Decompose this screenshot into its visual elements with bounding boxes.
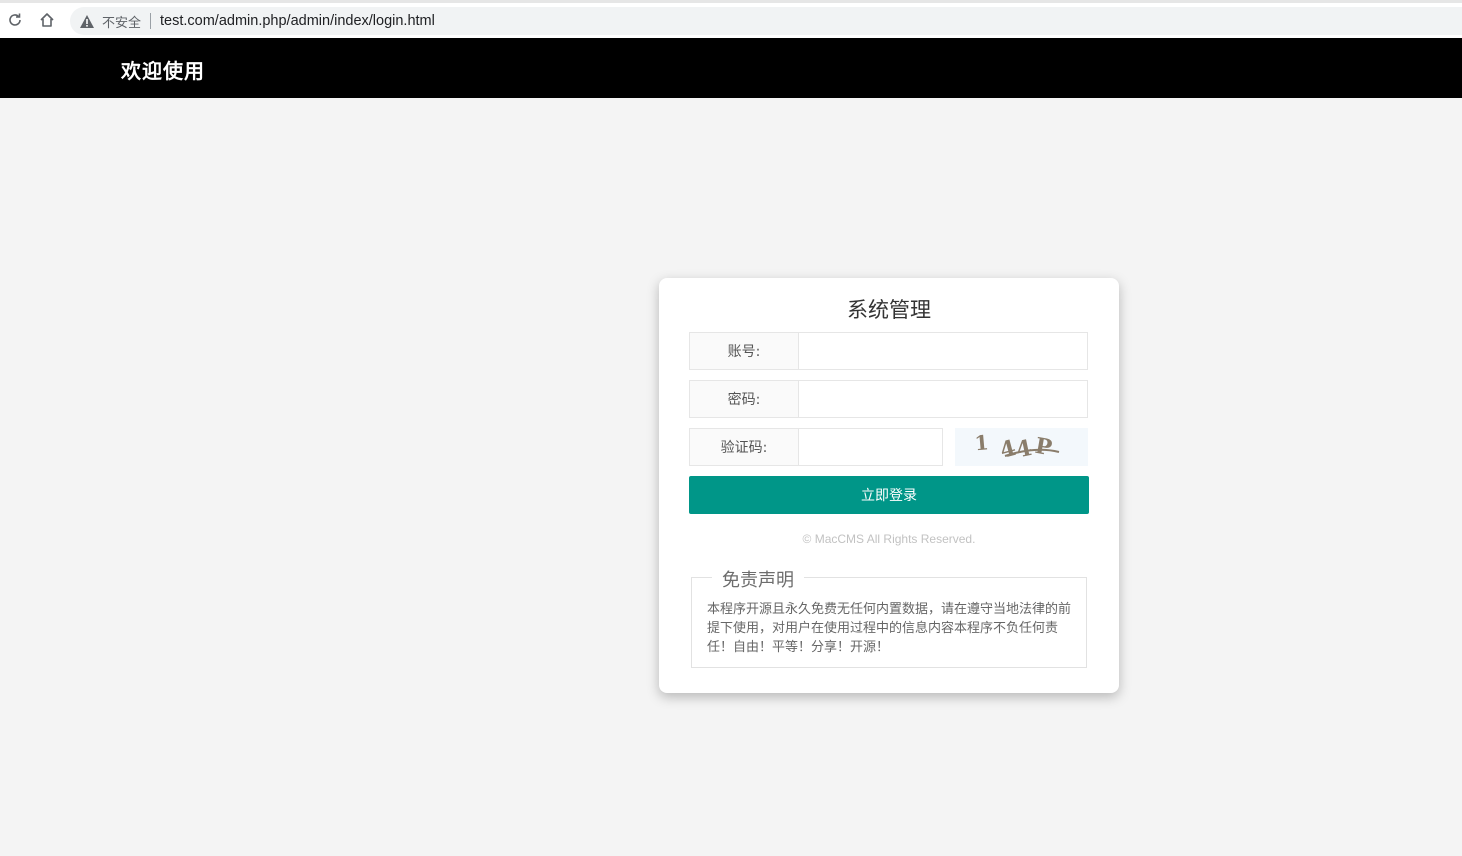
- security-status: 不安全: [102, 15, 142, 31]
- username-label: 账号:: [689, 332, 799, 370]
- browser-toolbar: 不安全 test.com/admin.php/admin/index/login…: [0, 0, 1462, 38]
- copyright-text: © MacCMS All Rights Reserved.: [802, 532, 976, 546]
- address-divider: [150, 13, 152, 29]
- login-button[interactable]: 立即登录: [689, 476, 1089, 514]
- captcha-graphic: 1 4 4 P: [974, 430, 1060, 464]
- address-bar[interactable]: 不安全 test.com/admin.php/admin/index/login…: [70, 7, 1462, 35]
- reload-icon[interactable]: [4, 9, 26, 31]
- captcha-char-1: 1: [974, 430, 990, 455]
- site-title: 欢迎使用: [121, 59, 205, 83]
- captcha-char-4: P: [1033, 433, 1054, 461]
- login-title: 系统管理: [847, 298, 931, 322]
- username-input[interactable]: [798, 332, 1088, 370]
- password-input[interactable]: [798, 380, 1088, 418]
- disclaimer-text: 本程序开源且永久免费无任何内置数据，请在遵守当地法律的前提下使用，对用户在使用过…: [707, 602, 1072, 655]
- captcha-image[interactable]: 1 4 4 P: [955, 428, 1088, 466]
- warning-icon: [80, 14, 94, 28]
- url-text: test.com/admin.php/admin/index/login.htm…: [160, 13, 435, 29]
- login-card: 系统管理 账号: 密码: 验证码: 1 4 4 P 立即登录 © MacCMS …: [659, 278, 1119, 693]
- site-header: 欢迎使用: [0, 38, 1462, 98]
- home-icon[interactable]: [36, 9, 58, 31]
- captcha-label: 验证码:: [689, 428, 799, 466]
- password-label: 密码:: [689, 380, 799, 418]
- disclaimer-title: 免责声明: [712, 566, 804, 592]
- disclaimer-box: 免责声明 本程序开源且永久免费无任何内置数据，请在遵守当地法律的前提下使用，对用…: [691, 566, 1087, 668]
- captcha-input[interactable]: [798, 428, 943, 466]
